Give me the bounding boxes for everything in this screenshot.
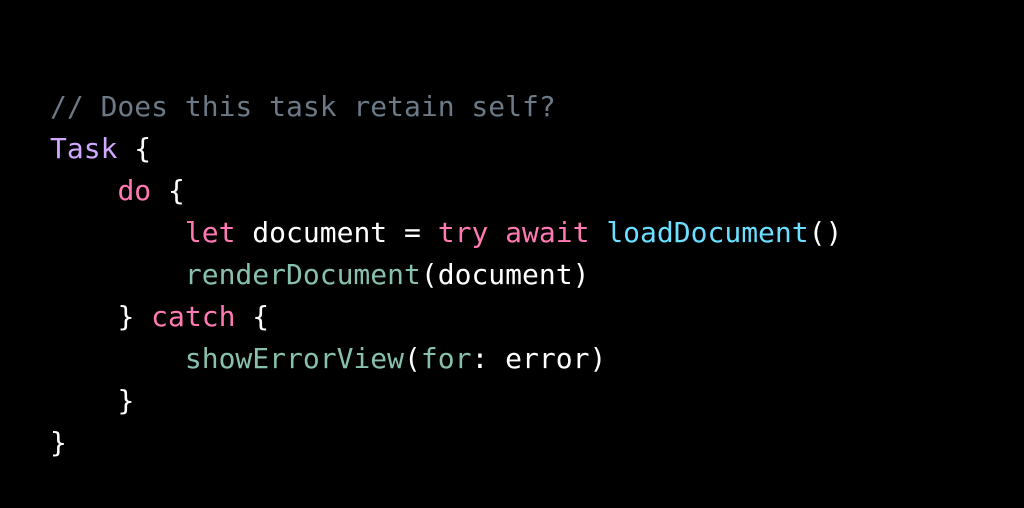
func-renderdocument: renderDocument: [185, 258, 421, 291]
brace-open: {: [117, 132, 151, 165]
colon: :: [471, 342, 505, 375]
space: [488, 216, 505, 249]
brace-close: }: [117, 300, 151, 333]
space: [589, 216, 606, 249]
equals: =: [387, 216, 438, 249]
keyword-try: try: [438, 216, 489, 249]
func-showerrorview: showErrorView: [185, 342, 404, 375]
indent: [50, 384, 117, 417]
keyword-let: let: [185, 216, 236, 249]
indent: [50, 174, 117, 207]
indent: [50, 342, 185, 375]
indent: [50, 216, 185, 249]
indent: [50, 300, 117, 333]
arg-error: error: [505, 342, 589, 375]
arg-document: document: [438, 258, 573, 291]
paren-open: (: [421, 258, 438, 291]
keyword-await: await: [505, 216, 589, 249]
keyword-do: do: [117, 174, 151, 207]
paren-open: (: [404, 342, 421, 375]
paren-close: ): [573, 258, 590, 291]
code-comment: // Does this task retain self?: [50, 90, 556, 123]
keyword-catch: catch: [151, 300, 235, 333]
func-loaddocument: loadDocument: [606, 216, 808, 249]
indent: [50, 258, 185, 291]
parens: (): [809, 216, 843, 249]
brace-open: {: [235, 300, 269, 333]
brace-close: }: [50, 426, 67, 459]
code-block: // Does this task retain self? Task { do…: [0, 0, 1024, 464]
arg-label-for: for: [421, 342, 472, 375]
brace-open: {: [151, 174, 185, 207]
paren-close: ): [589, 342, 606, 375]
var-document: document: [252, 216, 387, 249]
space: [235, 216, 252, 249]
type-task: Task: [50, 132, 117, 165]
brace-close: }: [117, 384, 134, 417]
